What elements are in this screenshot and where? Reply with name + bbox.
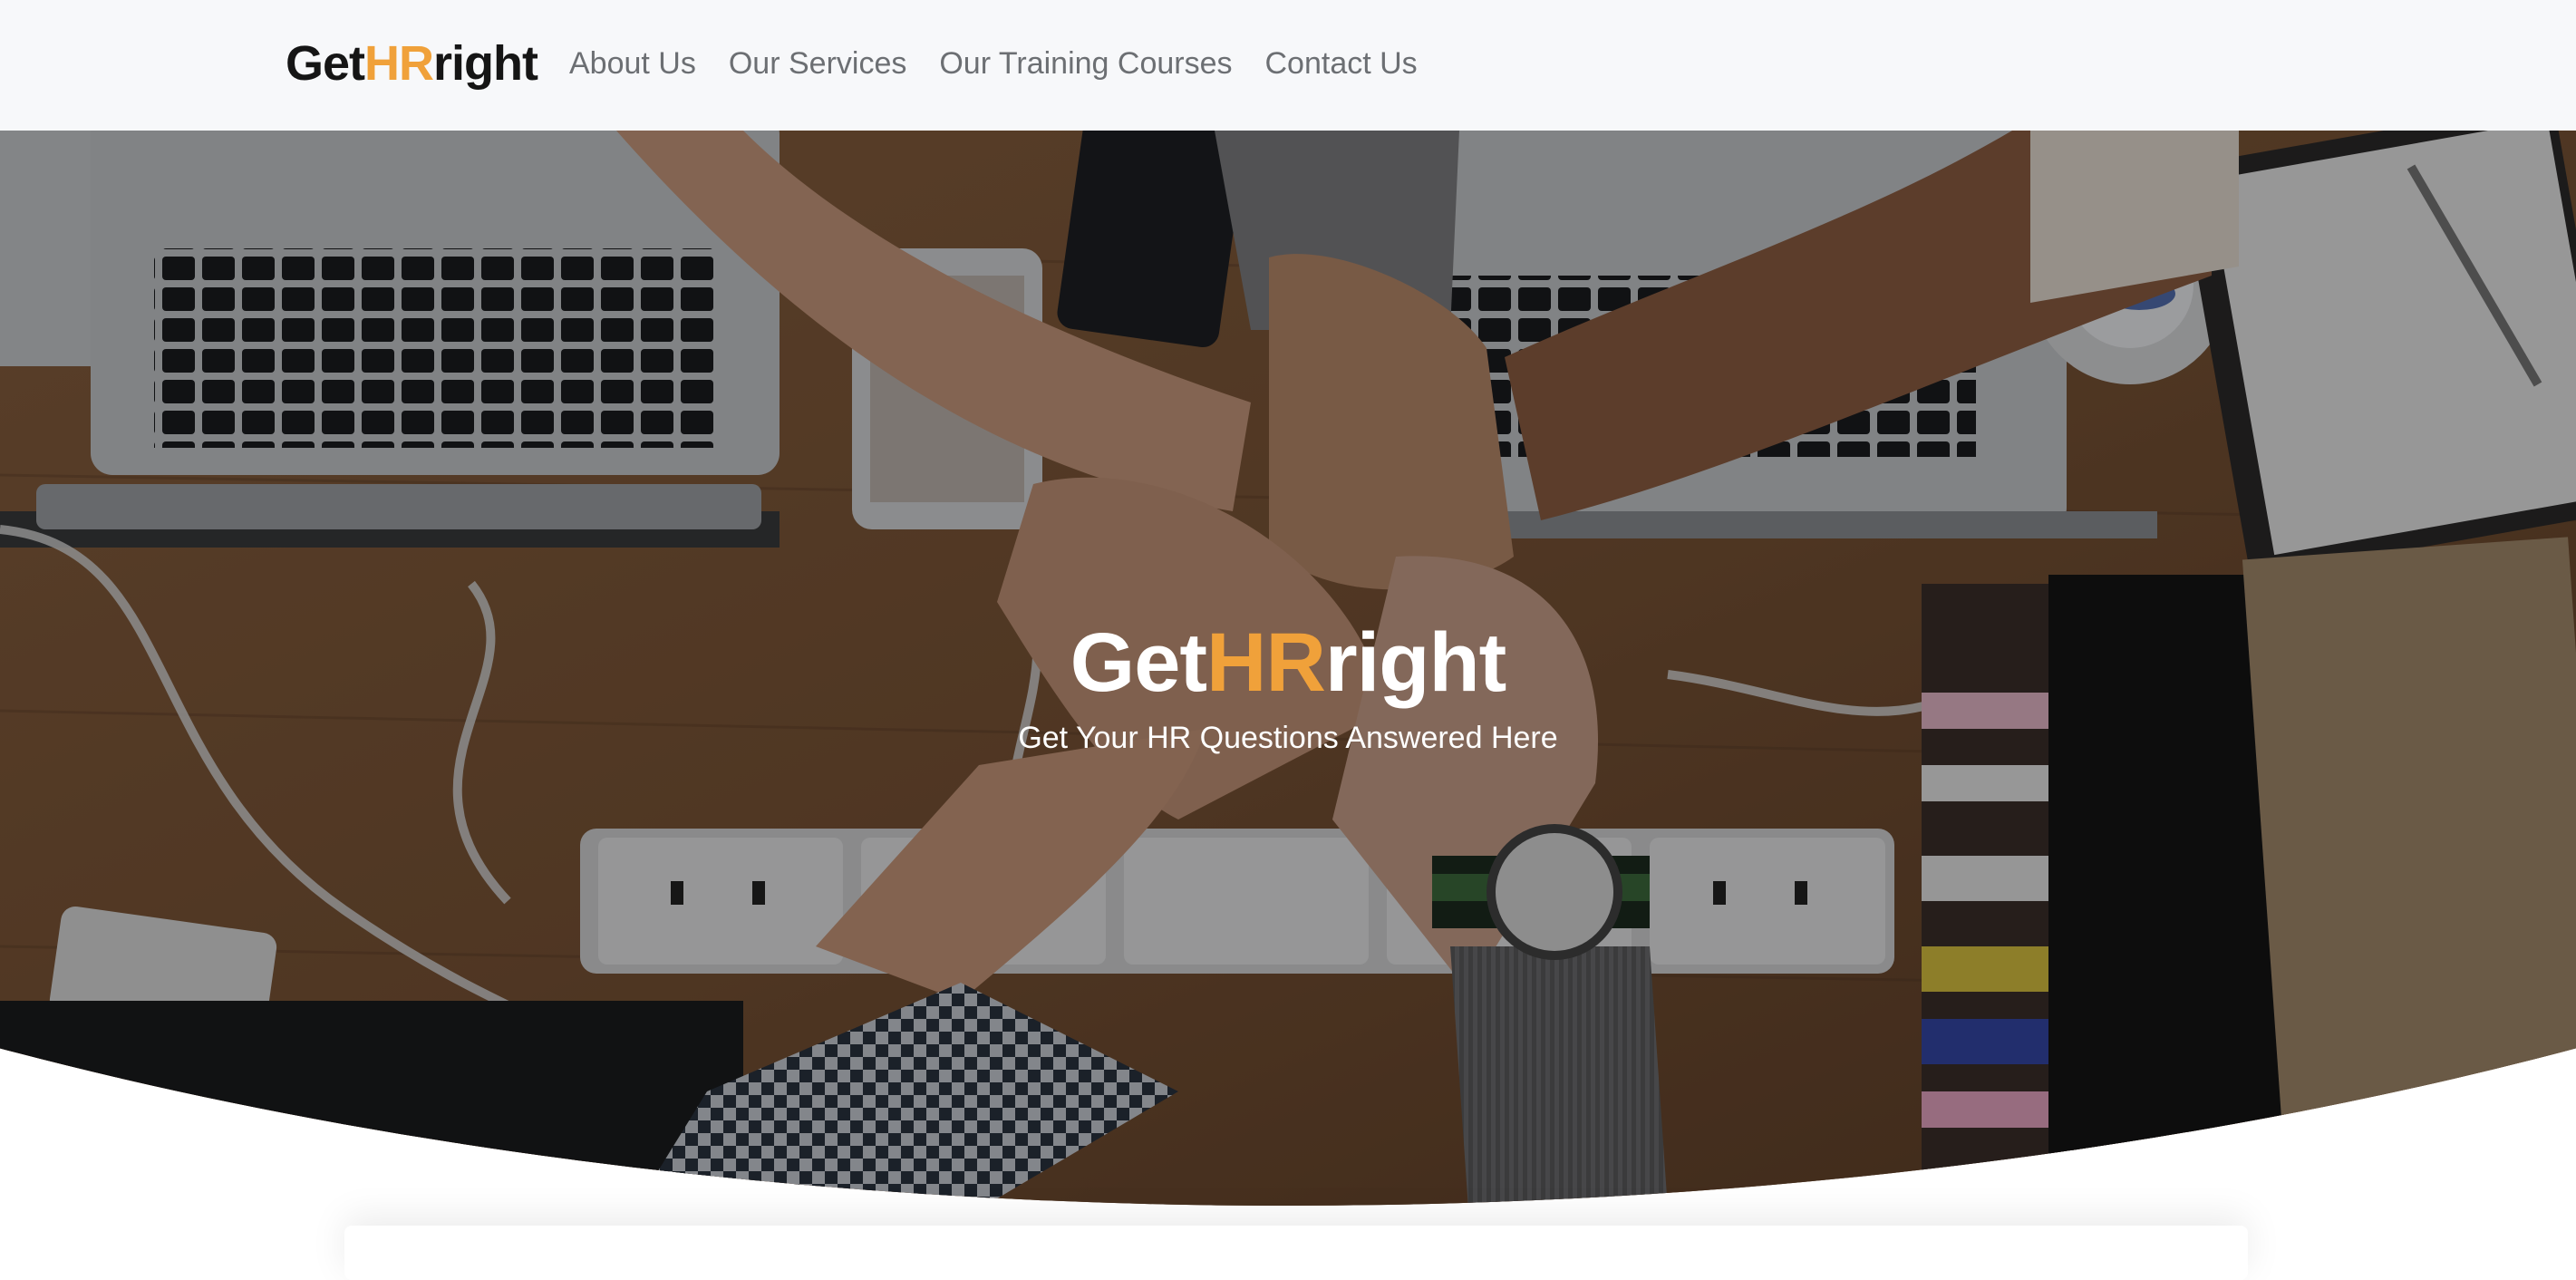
hero-title-highlight: HR: [1206, 616, 1326, 709]
nav-link-training-courses[interactable]: Our Training Courses: [939, 40, 1232, 87]
brand-logo[interactable]: GetHRright: [286, 33, 538, 94]
nav-menu: About Us Our Services Our Training Cours…: [569, 40, 1418, 87]
brand-suffix: right: [433, 36, 538, 91]
nav-item-training: Our Training Courses: [939, 40, 1232, 87]
nav-link-contact-us[interactable]: Contact Us: [1265, 40, 1418, 87]
hero-title: GetHRright: [0, 613, 2576, 713]
brand-highlight: HR: [364, 36, 434, 91]
nav-item-about: About Us: [569, 40, 696, 87]
hero-title-prefix: Get: [1070, 616, 1207, 709]
hero-title-suffix: right: [1324, 616, 1506, 709]
navbar: GetHRright About Us Our Services Our Tra…: [0, 0, 2576, 131]
hero-section: GetHRright Get Your HR Questions Answere…: [0, 131, 2576, 1206]
content-card: [344, 1226, 2248, 1280]
nav-item-contact: Contact Us: [1265, 40, 1418, 87]
nav-link-our-services[interactable]: Our Services: [729, 40, 907, 87]
nav-link-about-us[interactable]: About Us: [569, 40, 696, 87]
nav-item-services: Our Services: [729, 40, 907, 87]
brand-prefix: Get: [286, 36, 365, 91]
hero-subtitle: Get Your HR Questions Answered Here: [1018, 721, 1558, 755]
